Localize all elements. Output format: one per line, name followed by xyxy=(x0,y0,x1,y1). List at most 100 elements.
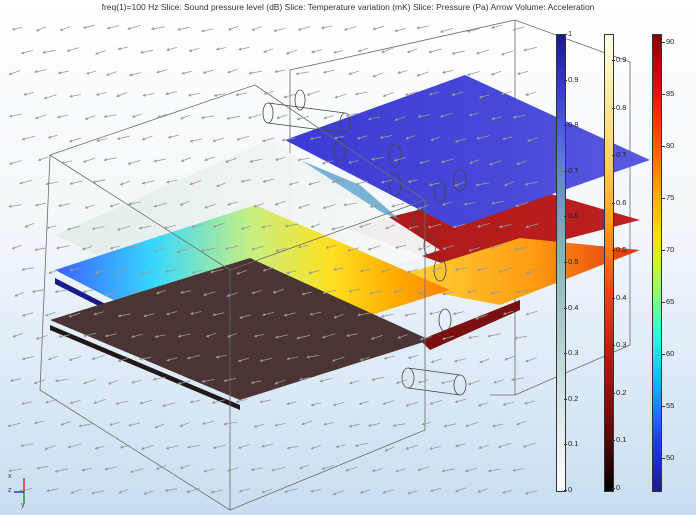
acceleration-arrow xyxy=(492,423,503,428)
acceleration-arrow xyxy=(286,401,297,406)
colorbar-tick-label: 0.2 xyxy=(568,393,579,403)
acceleration-arrow xyxy=(108,421,120,427)
colorbar-tick-mark xyxy=(662,146,665,147)
acceleration-arrow xyxy=(343,26,357,31)
acceleration-arrow xyxy=(24,222,35,228)
colorbar-tick-mark xyxy=(564,79,567,81)
colorbar-tick-label: 0.5 xyxy=(616,245,627,255)
acceleration-arrow xyxy=(515,420,527,426)
acceleration-arrow xyxy=(94,445,105,450)
acceleration-arrow xyxy=(298,464,309,470)
acceleration-arrow xyxy=(504,355,515,361)
colorbar-tick-label: 0.7 xyxy=(568,165,579,175)
acceleration-arrow xyxy=(154,423,165,429)
acceleration-arrow xyxy=(348,380,360,385)
acceleration-arrow xyxy=(165,91,177,96)
acceleration-arrow xyxy=(332,490,344,496)
acceleration-arrow xyxy=(454,398,467,404)
acceleration-arrow xyxy=(227,25,239,31)
acceleration-arrow xyxy=(45,225,57,230)
colorbar-tick-label: 65 xyxy=(666,297,675,306)
acceleration-arrow xyxy=(429,399,443,405)
colorbar-tick-mark xyxy=(612,392,615,394)
acceleration-arrow xyxy=(407,490,418,495)
acceleration-arrow xyxy=(320,25,333,30)
colorbar-tick-label: 0 xyxy=(616,483,621,492)
acceleration-arrow xyxy=(502,401,515,406)
3d-scene[interactable] xyxy=(0,0,696,515)
colorbar-tick-label: 0.8 xyxy=(616,102,627,112)
acceleration-arrow xyxy=(253,424,264,428)
acceleration-arrow xyxy=(103,114,117,119)
acceleration-arrow xyxy=(511,377,525,382)
acceleration-arrow xyxy=(235,92,248,97)
acceleration-arrow xyxy=(203,468,215,473)
colorbar-tick-mark xyxy=(564,125,567,127)
acceleration-arrow xyxy=(59,26,71,31)
acceleration-arrow xyxy=(200,115,214,120)
acceleration-arrow xyxy=(259,399,272,404)
acceleration-arrow xyxy=(359,489,371,494)
acceleration-arrow xyxy=(119,180,130,186)
acceleration-arrow xyxy=(70,488,82,494)
acceleration-arrow xyxy=(94,50,106,55)
acceleration-arrow xyxy=(140,444,154,450)
acceleration-arrow xyxy=(47,355,59,361)
acceleration-arrow xyxy=(68,356,82,362)
acceleration-arrow xyxy=(177,26,190,31)
acceleration-arrow xyxy=(116,92,128,98)
acceleration-arrow xyxy=(215,47,227,51)
acceleration-arrow xyxy=(493,379,504,384)
acceleration-arrow xyxy=(36,465,48,470)
acceleration-arrow xyxy=(131,379,143,384)
acceleration-arrow xyxy=(57,70,69,75)
acceleration-arrow xyxy=(391,202,405,208)
acceleration-arrow xyxy=(513,335,527,340)
acceleration-arrow xyxy=(354,91,368,96)
acceleration-arrow xyxy=(416,25,430,30)
acceleration-arrow xyxy=(466,71,480,76)
colorbar-tick-label: 0.8 xyxy=(568,120,579,130)
acceleration-arrow xyxy=(335,444,346,449)
acceleration-arrow xyxy=(166,46,178,52)
acceleration-arrow xyxy=(247,114,262,119)
acceleration-arrow xyxy=(321,465,335,470)
colorbar-tick-label: 0.7 xyxy=(616,150,627,160)
acceleration-arrow xyxy=(478,444,489,449)
acceleration-arrow xyxy=(66,47,80,52)
acceleration-arrow xyxy=(33,420,45,425)
colorbar-temperature xyxy=(604,34,614,492)
acceleration-arrow xyxy=(371,376,384,381)
acceleration-arrow xyxy=(21,135,35,141)
colorbar-tick-label: 0.1 xyxy=(616,435,627,445)
acceleration-arrow xyxy=(319,377,333,383)
graphics-window[interactable]: freq(1)=100 Hz Slice: Sound pressure lev… xyxy=(0,0,696,515)
colorbar-tick-label: 1 xyxy=(568,29,573,38)
acceleration-arrow xyxy=(263,48,274,53)
acceleration-arrow xyxy=(20,443,34,448)
acceleration-arrow xyxy=(69,400,81,405)
colorbar-tick-label: 0.9 xyxy=(568,74,579,84)
colorbar-tick-mark xyxy=(662,406,665,407)
acceleration-arrow xyxy=(11,26,23,31)
acceleration-arrow xyxy=(428,311,442,316)
acceleration-arrow xyxy=(45,488,59,493)
acceleration-arrow xyxy=(464,467,477,473)
colorbar-sound-pressure xyxy=(556,34,566,492)
acceleration-arrow xyxy=(226,115,240,120)
acceleration-arrow xyxy=(139,399,153,405)
acceleration-arrow xyxy=(467,380,480,386)
colorbar-tick-label: 60 xyxy=(666,349,675,358)
acceleration-arrow xyxy=(10,378,21,382)
acceleration-arrow xyxy=(525,310,538,316)
acceleration-arrow xyxy=(497,442,512,449)
acceleration-arrow xyxy=(127,160,141,165)
acceleration-arrow xyxy=(7,422,21,428)
acceleration-arrow xyxy=(476,49,490,55)
colorbar-tick-mark xyxy=(662,458,665,459)
colorbar-tick-mark xyxy=(564,262,567,263)
acceleration-arrow xyxy=(395,468,406,473)
acceleration-arrow xyxy=(238,488,251,493)
axis-label-y: y xyxy=(21,502,25,509)
acceleration-arrow xyxy=(452,311,464,316)
